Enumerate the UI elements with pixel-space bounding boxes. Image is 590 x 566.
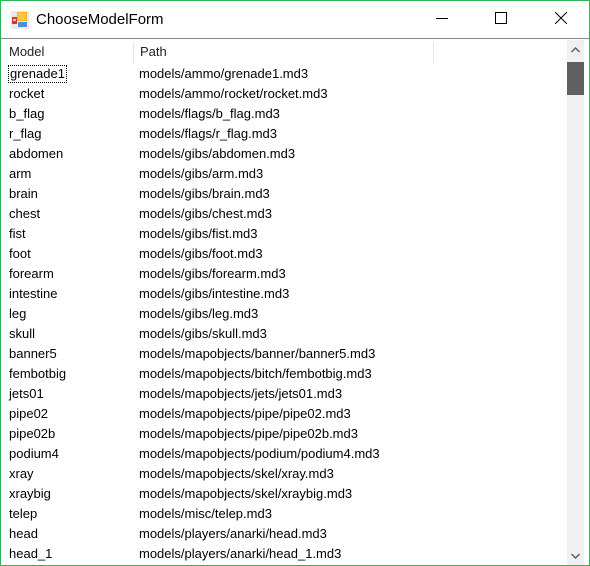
list-item[interactable]: head_1 models/players/anarki/head_1.md3 [2,544,567,564]
model-path-cell: models/gibs/abdomen.md3 [139,146,296,161]
close-icon [554,11,568,27]
model-path-cell: models/mapobjects/banner/banner5.md3 [139,346,376,361]
choose-model-window: ChooseModelForm Model Path grenade1 model… [0,0,590,566]
close-button[interactable] [538,1,584,38]
list-item[interactable]: arm models/gibs/arm.md3 [2,164,567,184]
model-path-cell: models/players/anarki/head_1.md3 [139,546,342,561]
model-name-cell: banner5 [9,346,57,361]
app-form-icon [11,11,29,29]
model-path-cell: models/gibs/brain.md3 [139,186,270,201]
model-path-cell: models/misc/telep.md3 [139,506,272,521]
list-item[interactable]: banner5 models/mapobjects/banner/banner5.… [2,344,567,364]
list-item[interactable]: forearm models/gibs/forearm.md3 [2,264,567,284]
title-bar[interactable]: ChooseModelForm [1,1,589,39]
model-path-cell: models/gibs/leg.md3 [139,306,259,321]
model-name-cell: fist [9,226,26,241]
minimize-button[interactable] [419,1,465,38]
list-item[interactable]: skull models/gibs/skull.md3 [2,324,567,344]
list-item[interactable]: b_flag models/flags/b_flag.md3 [2,104,567,124]
model-path-cell: models/mapobjects/skel/xraybig.md3 [139,486,353,501]
list-rows: grenade1 models/ammo/grenade1.md3 rocket mo… [2,64,567,564]
list-item[interactable]: grenade1 models/ammo/grenade1.md3 [2,64,567,84]
model-name-cell: xraybig [9,486,51,501]
scroll-down-button[interactable] [567,546,584,563]
model-name-cell: telep [9,506,38,521]
list-item[interactable]: leg models/gibs/leg.md3 [2,304,567,324]
list-item[interactable]: xraybig models/mapobjects/skel/xraybig.md… [2,484,567,504]
model-name-cell: intestine [9,286,58,301]
model-name-cell: pipe02b [9,426,56,441]
window-title: ChooseModelForm [36,11,164,28]
model-name-cell: foot [9,246,31,261]
model-path-cell: models/mapobjects/podium/podium4.md3 [139,446,380,461]
model-path-cell: models/gibs/skull.md3 [139,326,267,341]
model-name-cell: abdomen [9,146,64,161]
model-name-cell: podium4 [9,446,59,461]
list-item[interactable]: abdomen models/gibs/abdomen.md3 [2,144,567,164]
model-name-cell: forearm [9,266,54,281]
column-separator[interactable] [433,42,434,64]
list-item[interactable]: r_flag models/flags/r_flag.md3 [2,124,567,144]
model-path-cell: models/ammo/rocket/rocket.md3 [139,86,328,101]
list-item[interactable]: brain models/gibs/brain.md3 [2,184,567,204]
maximize-button[interactable] [478,1,524,38]
model-name-cell: grenade1 [8,65,67,83]
list-item[interactable]: xray models/mapobjects/skel/xray.md3 [2,464,567,484]
model-name-cell: jets01 [9,386,44,401]
model-path-cell: models/mapobjects/jets/jets01.md3 [139,386,343,401]
model-path-cell: models/mapobjects/bitch/fembotbig.md3 [139,366,372,381]
model-name-cell: head_1 [9,546,53,561]
model-name-cell: rocket [9,86,45,101]
model-path-cell: models/gibs/intestine.md3 [139,286,290,301]
minimize-icon [436,12,448,27]
model-name-cell: b_flag [9,106,45,121]
scroll-thumb[interactable] [567,62,584,95]
model-name-cell: leg [9,306,27,321]
model-name-cell: chest [9,206,41,221]
model-path-cell: models/flags/b_flag.md3 [139,106,280,121]
model-path-cell: models/mapobjects/pipe/pipe02b.md3 [139,426,358,441]
list-item[interactable]: podium4 models/mapobjects/podium/podium4.… [2,444,567,464]
list-item[interactable]: telep models/misc/telep.md3 [2,504,567,524]
list-header: Model Path [2,40,567,64]
model-list-view[interactable]: Model Path grenade1 models/ammo/grenade1.… [2,40,567,565]
list-item[interactable]: foot models/gibs/foot.md3 [2,244,567,264]
list-item[interactable]: head models/players/anarki/head.md3 [2,524,567,544]
list-item[interactable]: fist models/gibs/fist.md3 [2,224,567,244]
model-path-cell: models/gibs/foot.md3 [139,246,263,261]
chevron-up-icon [570,42,581,56]
chevron-down-icon [570,548,581,562]
model-path-cell: models/gibs/forearm.md3 [139,266,286,281]
column-header-model[interactable]: Model [2,40,133,64]
model-path-cell: models/players/anarki/head.md3 [139,526,327,541]
model-path-cell: models/flags/r_flag.md3 [139,126,278,141]
list-item[interactable]: fembotbig models/mapobjects/bitch/fembotb… [2,364,567,384]
column-header-path[interactable]: Path [133,40,433,64]
list-item[interactable]: jets01 models/mapobjects/jets/jets01.md3 [2,384,567,404]
list-item[interactable]: chest models/gibs/chest.md3 [2,204,567,224]
model-name-cell: pipe02 [9,406,49,421]
list-item[interactable]: pipe02 models/mapobjects/pipe/pipe02.md3 [2,404,567,424]
list-item[interactable]: rocket models/ammo/rocket/rocket.md3 [2,84,567,104]
list-item[interactable]: intestine models/gibs/intestine.md3 [2,284,567,304]
model-path-cell: models/mapobjects/pipe/pipe02.md3 [139,406,351,421]
list-item[interactable]: pipe02b models/mapobjects/pipe/pipe02b.md… [2,424,567,444]
model-name-cell: arm [9,166,32,181]
model-path-cell: models/gibs/fist.md3 [139,226,258,241]
model-path-cell: models/gibs/chest.md3 [139,206,272,221]
scroll-up-button[interactable] [567,40,584,57]
vertical-scrollbar[interactable] [567,40,584,565]
model-name-cell: xray [9,466,34,481]
model-path-cell: models/ammo/grenade1.md3 [139,66,309,81]
model-name-cell: fembotbig [9,366,67,381]
model-name-cell: head [9,526,38,541]
model-name-cell: skull [9,326,36,341]
model-name-cell: brain [9,186,38,201]
maximize-icon [495,12,507,27]
model-path-cell: models/gibs/arm.md3 [139,166,264,181]
model-name-cell: r_flag [9,126,42,141]
model-path-cell: models/mapobjects/skel/xray.md3 [139,466,334,481]
